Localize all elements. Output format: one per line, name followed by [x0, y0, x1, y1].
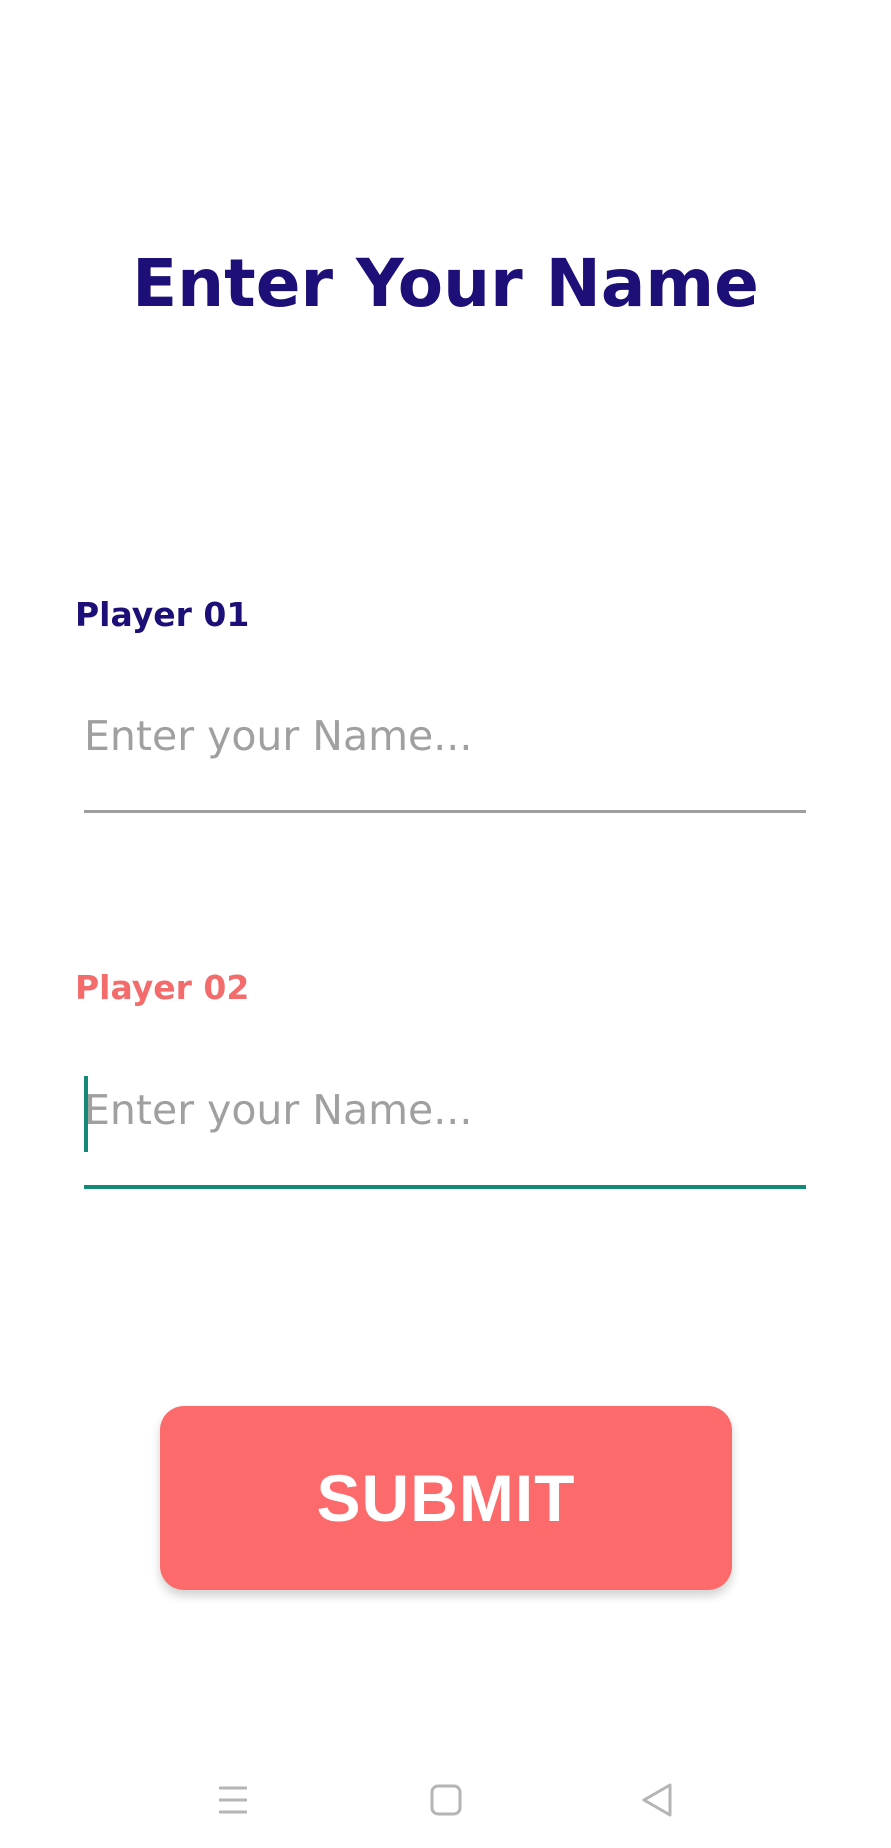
player-01-label: Player 01: [75, 595, 250, 634]
player-01-field[interactable]: [84, 680, 806, 813]
page-title: Enter Your Name: [132, 245, 759, 322]
player-02-name-input[interactable]: [84, 1074, 806, 1146]
nav-menu-button[interactable]: [193, 1760, 273, 1840]
name-entry-screen: Enter Your Name Player 01 Player 02 SUBM…: [0, 0, 891, 1848]
submit-button[interactable]: SUBMIT: [160, 1406, 732, 1590]
text-cursor: [84, 1076, 88, 1152]
nav-home-button[interactable]: [406, 1760, 486, 1840]
player-01-underline: [84, 810, 806, 813]
back-icon: [642, 1783, 672, 1817]
home-icon: [430, 1784, 462, 1816]
player-02-underline: [84, 1185, 806, 1189]
player-02-label: Player 02: [75, 968, 250, 1007]
player-02-field[interactable]: [84, 1054, 806, 1189]
system-navigation-bar: [0, 1760, 891, 1848]
player-01-name-input[interactable]: [84, 700, 806, 772]
nav-back-button[interactable]: [617, 1760, 697, 1840]
menu-icon: [219, 1786, 247, 1814]
